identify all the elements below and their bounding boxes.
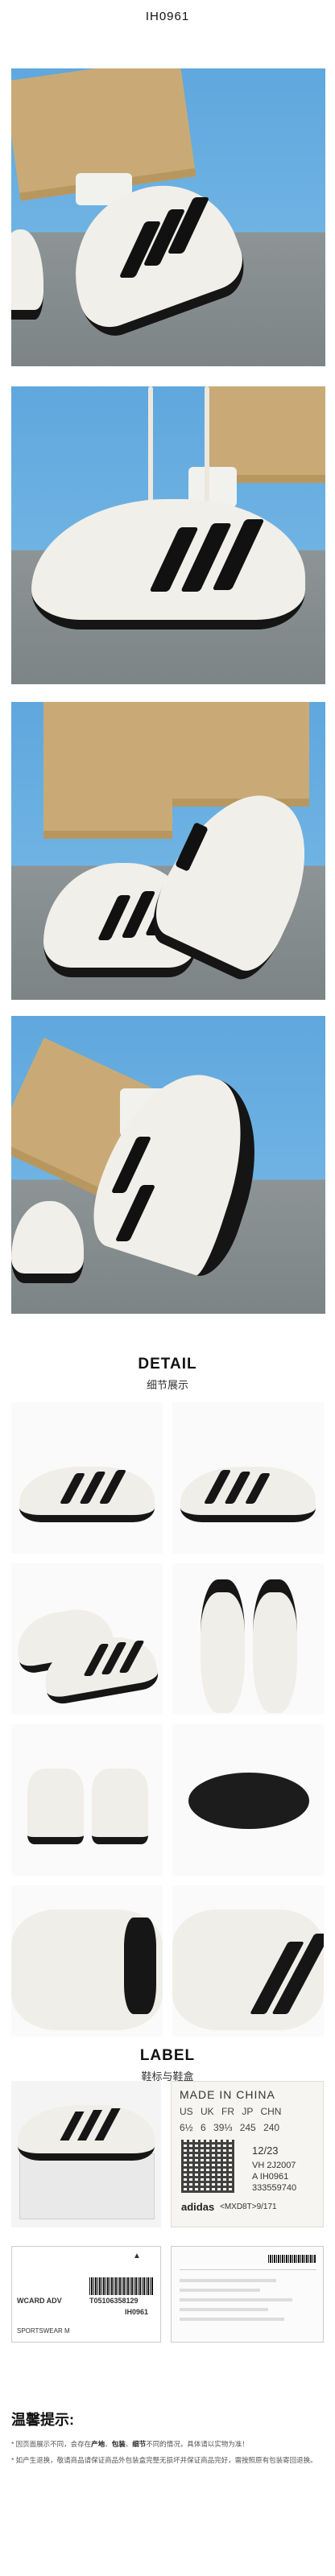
size-headers: US UK FR JP CHN [180,2106,282,2117]
detail-photo-top-view [172,1563,324,1715]
label-date: 12/23 [252,2145,279,2157]
hero-photo-4 [11,1016,325,1314]
outsole [188,1773,309,1829]
barcode-icon [89,2277,154,2295]
notice-text: 不同的情况，具体请以实物为准！ [146,2440,249,2448]
notice-text: * 因页面展示不同，会存在 [11,2440,92,2448]
notice-bold: 包装 [111,2440,126,2448]
label-code2: <MXD8T>9/171 [220,2202,277,2211]
pants-leg-right [172,702,309,807]
product-code-title: IH0961 [145,10,190,23]
brand-text: adidas [181,2201,215,2213]
text-line [180,2318,284,2321]
tongue-size-label: MADE IN CHINA US UK FR JP CHN 6½ 6 39⅓ 2… [171,2081,324,2227]
box-article: IH0961 [125,2308,149,2316]
hero-photo-1 [11,68,325,366]
detail-photo-outsole [172,1724,324,1876]
shoelace [148,386,153,507]
label-vh: VH 2J2007 [252,2161,296,2170]
notice-bold: 细节 [132,2440,147,2448]
shoe [253,1579,297,1713]
divider [180,2269,316,2270]
notice-line-1: * 因页面展示不同，会存在产地、包装、细节不同的情况，具体请以实物为准！ [11,2439,324,2450]
shoelace [205,386,209,507]
text-line [180,2289,260,2292]
notice-bold: 产地 [91,2440,105,2448]
detail-photo-side-left [11,1402,163,1554]
notice-title: 温馨提示: [11,2412,74,2428]
detail-heading: DETAIL 细节展示 [0,1356,335,1392]
shoe-box-photo [11,2081,161,2227]
shoe [92,1769,148,1844]
adidas-logo-icon: ▲ [133,2252,141,2260]
detail-title-cn: 细节展示 [146,1379,188,1391]
sneaker-back [11,1201,84,1283]
detail-photo-tongue-closeup [11,1885,163,2037]
box-barcode-number: T05106358129 [89,2297,139,2305]
collar [124,1918,156,2014]
shoe [27,1769,84,1844]
text-line [180,2308,268,2311]
detail-photo-side-right [172,1402,324,1554]
detail-photo-pair-angle [11,1563,163,1715]
label-article: A IH0961 [252,2172,289,2182]
notice-text: 、 [105,2440,112,2448]
hang-tag-label [171,2246,324,2343]
notice-line-2: * 如产生退换，敬请商品请保证商品外包装盒完整无损坏并保证商品完好，需按照原有包… [11,2456,317,2464]
product-detail-page: IH0961 DETAIL 细节展示 LABEL 鞋标与鞋盒 MADE IN C… [0,0,335,2576]
shoe-box [19,2153,155,2219]
text-line [180,2298,292,2301]
qr-code-icon [181,2140,234,2193]
hero-photo-3 [11,702,325,1000]
hero-photo-2 [11,386,325,684]
notice-text: 、 [125,2440,133,2448]
detail-title-en: DETAIL [138,1356,197,1373]
label-title-en: LABEL [139,2047,196,2064]
size-values: 6½ 6 39⅓ 245 240 [180,2122,280,2133]
label-code1: 333559740 [252,2183,297,2193]
barcode-icon [268,2255,316,2263]
shoe [201,1579,245,1713]
box-label-sticker: ▲ T05106358129 WCARD ADV IH0961 SPORTSWE… [11,2246,161,2343]
detail-photo-lace-closeup [172,1885,324,2037]
box-category: SPORTSWEAR M [17,2327,70,2334]
sneaker-partial [11,229,43,320]
label-heading: LABEL 鞋标与鞋盒 [0,2047,335,2083]
text-line [180,2279,276,2282]
made-in-text: MADE IN CHINA [180,2088,275,2101]
box-model: WCARD ADV [17,2297,62,2305]
pants-leg-left [43,702,172,839]
detail-photo-heel [11,1724,163,1876]
